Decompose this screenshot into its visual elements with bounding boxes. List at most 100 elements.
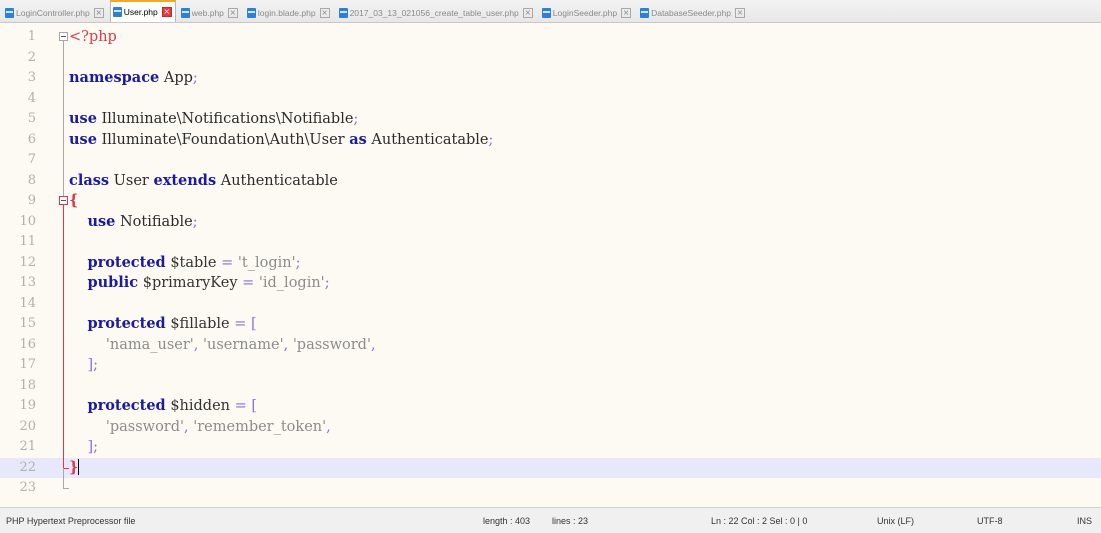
tab-2[interactable]: web.php × — [178, 2, 242, 22]
code-text: protected $hidden = [ — [87, 397, 258, 414]
code-line[interactable]: 7 — [0, 150, 1101, 171]
code-line[interactable]: 5 use Illuminate\Notifications\Notifiable… — [0, 109, 1101, 130]
close-tab-icon[interactable]: × — [734, 7, 745, 18]
tab-5[interactable]: LoginSeeder.php × — [539, 2, 635, 22]
line-number: 4 — [27, 90, 36, 106]
file-icon — [338, 7, 348, 18]
line-number: 19 — [19, 398, 36, 413]
line-number: 2 — [27, 49, 36, 65]
code-line[interactable]: 14 — [0, 293, 1101, 314]
code-line[interactable]: 8 class User extends Authenticatable — [0, 170, 1101, 191]
code-text: namespace App; — [69, 69, 198, 86]
close-tab-icon[interactable]: × — [522, 7, 533, 18]
tab-bar: LoginController.php × User.php × web.php × log… — [0, 0, 1101, 23]
line-number: 15 — [19, 316, 36, 331]
tab-3[interactable]: login.blade.php × — [244, 2, 334, 22]
code-line[interactable]: 10 use Notifiable; — [0, 211, 1101, 232]
encoding-indicator[interactable]: UTF-8 — [977, 516, 1003, 526]
close-tab-icon[interactable]: × — [161, 7, 172, 17]
code-text: use Illuminate\Notifications\Notifiable; — [69, 110, 359, 127]
code-line[interactable]: 15 protected $fillable = [ — [0, 314, 1101, 335]
line-number: 8 — [27, 172, 36, 188]
code-line[interactable]: 16 'nama_user', 'username', 'password', — [0, 334, 1101, 355]
line-number: 3 — [27, 70, 36, 85]
line-number: 12 — [19, 254, 36, 270]
code-line[interactable]: 3 namespace App; — [0, 68, 1101, 89]
fold-marker — [58, 478, 70, 499]
tab-label: LoginSeeder.php — [552, 7, 618, 18]
code-line[interactable]: 17 ]; — [0, 355, 1101, 376]
code-lines: 1 <?php 2 3 namespace App; 4 5 use Illuminate\N… — [0, 27, 1101, 499]
fold-marker — [58, 47, 70, 68]
code-text: { — [69, 192, 79, 209]
code-line[interactable]: 23 — [0, 478, 1101, 499]
line-number: 22 — [19, 459, 36, 475]
tab-4[interactable]: 2017_03_13_021056_create_table_user.php × — [336, 2, 537, 22]
line-number: 7 — [27, 152, 36, 167]
line-number: 18 — [19, 377, 36, 393]
code-line[interactable]: 21 ]; — [0, 437, 1101, 458]
lines-indicator: lines : 23 — [552, 516, 589, 526]
file-type-label: PHP Hypertext Preprocessor file — [6, 516, 136, 526]
tab-1[interactable]: User.php × — [109, 0, 176, 22]
insert-mode-indicator[interactable]: INS — [1077, 516, 1092, 526]
length-indicator: length : 403 — [483, 516, 531, 526]
text-cursor — [78, 458, 80, 475]
code-editor[interactable]: 1 <?php 2 3 namespace App; 4 5 use Illuminate\N… — [0, 23, 1101, 507]
fold-marker — [58, 293, 70, 314]
close-tab-icon[interactable]: × — [93, 7, 104, 18]
line-number: 21 — [19, 439, 36, 454]
code-text: use Notifiable; — [87, 212, 198, 230]
code-line[interactable]: 9{ — [0, 191, 1101, 212]
tab-label: login.blade.php — [257, 7, 316, 18]
status-bar: PHP Hypertext Preprocessor file length :… — [0, 507, 1101, 533]
code-line[interactable]: 19 protected $hidden = [ — [0, 396, 1101, 417]
code-line[interactable]: 22} — [0, 457, 1101, 478]
code-line[interactable]: 11 — [0, 232, 1101, 253]
tab-label: LoginController.php — [16, 7, 90, 18]
tab-0[interactable]: LoginController.php × — [2, 2, 108, 22]
code-text: protected $fillable = [ — [87, 315, 257, 332]
tab-label: 2017_03_13_021056_create_table_user.php — [349, 7, 519, 18]
close-tab-icon[interactable]: × — [227, 7, 238, 18]
code-line[interactable]: 18 — [0, 375, 1101, 396]
code-line[interactable]: 12 protected $table = 't_login'; — [0, 252, 1101, 273]
code-line[interactable]: 1 <?php — [0, 27, 1101, 48]
line-number: 5 — [27, 111, 36, 126]
close-tab-icon[interactable]: × — [621, 7, 632, 18]
code-text: public $primaryKey = 'id_login'; — [87, 274, 330, 291]
file-icon — [246, 7, 256, 18]
code-line[interactable]: 2 — [0, 47, 1101, 68]
line-number: 20 — [19, 418, 36, 434]
tab-6[interactable]: DatabaseSeeder.php × — [637, 2, 749, 22]
code-line[interactable]: 13 public $primaryKey = 'id_login'; — [0, 273, 1101, 294]
line-number: 13 — [19, 275, 36, 290]
fold-marker — [58, 88, 70, 109]
code-line[interactable]: 20 'password', 'remember_token', — [0, 416, 1101, 437]
fold-marker — [58, 150, 70, 171]
code-text: ]; — [87, 439, 98, 455]
line-number: 6 — [27, 131, 36, 147]
code-text: 'password', 'remember_token', — [105, 418, 331, 435]
file-icon — [112, 7, 122, 17]
tab-label: web.php — [191, 7, 224, 18]
code-text: use Illuminate\Foundation\Auth\User as A… — [69, 130, 494, 148]
eol-format-indicator[interactable]: Unix (LF) — [877, 516, 914, 526]
line-number: 23 — [19, 480, 36, 495]
line-number: 17 — [19, 357, 36, 372]
tab-label: DatabaseSeeder.php — [651, 7, 731, 18]
file-icon — [180, 7, 190, 18]
line-number: 1 — [27, 29, 36, 44]
tab-label: User.php — [123, 7, 158, 17]
code-text: } — [69, 458, 80, 476]
code-text: 'nama_user', 'username', 'password', — [105, 336, 376, 353]
fold-marker — [58, 375, 70, 396]
close-tab-icon[interactable]: × — [319, 7, 330, 18]
code-line[interactable]: 6 use Illuminate\Foundation\Auth\User as … — [0, 129, 1101, 150]
line-number: 14 — [19, 295, 36, 311]
code-line[interactable]: 4 — [0, 88, 1101, 109]
cursor-position-indicator: Ln : 22 Col : 2 Sel : 0 | 0 — [711, 516, 808, 526]
line-number: 16 — [19, 336, 36, 352]
code-text: <?php — [69, 29, 117, 45]
code-text: ]; — [87, 357, 98, 373]
